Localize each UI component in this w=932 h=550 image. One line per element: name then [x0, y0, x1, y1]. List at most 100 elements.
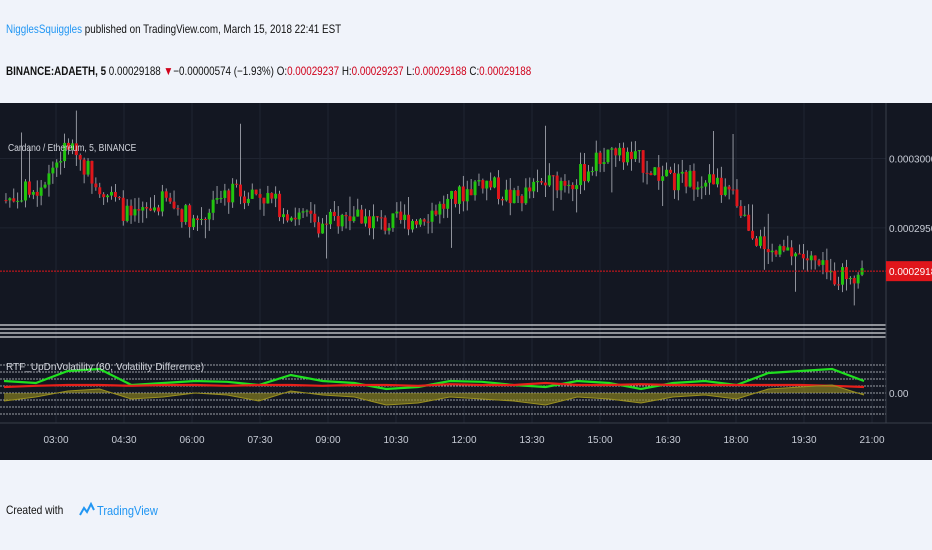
- high-label: H:: [341, 64, 352, 78]
- x-tick-label: 06:00: [179, 435, 204, 446]
- candle-body: [590, 171, 594, 173]
- candle-body: [145, 207, 149, 209]
- candle-body: [446, 198, 450, 209]
- open-label: O:: [276, 64, 288, 78]
- x-tick-label: 13:30: [519, 435, 544, 446]
- x-tick-label: 21:00: [859, 435, 884, 446]
- created-with-text: Created with: [6, 503, 64, 517]
- candle-body: [442, 203, 446, 209]
- candle-body: [160, 191, 164, 212]
- candle-body: [516, 190, 520, 196]
- candle-body: [399, 211, 403, 221]
- candle-body: [321, 223, 325, 234]
- low-label: L:: [406, 64, 415, 78]
- x-tick-label: 10:30: [383, 435, 408, 446]
- candle-body: [55, 162, 59, 168]
- candle-body: [149, 208, 153, 211]
- candle-body: [825, 260, 829, 273]
- candle-body: [24, 181, 27, 201]
- candle-body: [82, 159, 86, 175]
- candle-body: [450, 190, 454, 199]
- candle-body: [794, 253, 798, 257]
- candle-body: [579, 164, 583, 186]
- candle-body: [266, 193, 270, 204]
- candle-body: [856, 274, 860, 284]
- candle-body: [801, 253, 805, 259]
- candle-body: [325, 223, 328, 225]
- x-tick-label: 03:00: [43, 435, 68, 446]
- candle-body: [661, 176, 665, 181]
- candle-body: [262, 197, 266, 204]
- candle-body: [297, 212, 301, 220]
- candle-body: [344, 214, 348, 217]
- chart-canvas[interactable]: Cardano / Ethereum, 5, BINANCE RTF_UpDnV…: [0, 103, 932, 460]
- publish-text: published on TradingView.com, March 15, …: [82, 22, 342, 36]
- candle-body: [489, 180, 493, 188]
- x-tick-label: 07:30: [247, 435, 272, 446]
- candle-body: [59, 161, 63, 163]
- candle-body: [129, 205, 133, 216]
- candle-body: [336, 216, 340, 227]
- candle-body: [715, 177, 719, 185]
- candle-body: [94, 183, 98, 188]
- candle-body: [567, 184, 571, 186]
- candle-body: [31, 191, 35, 195]
- candle-body: [848, 277, 852, 280]
- candle-body: [719, 177, 723, 196]
- candle-body: [672, 172, 676, 191]
- candle-body: [110, 191, 113, 196]
- candle-body: [43, 184, 47, 188]
- candle-body: [188, 205, 192, 228]
- candle-body: [688, 170, 692, 187]
- candle-body: [774, 250, 778, 255]
- candle-body: [156, 207, 160, 212]
- candle-body: [16, 200, 20, 202]
- candle-body: [727, 186, 731, 190]
- candle-body: [633, 151, 637, 160]
- candle-body: [328, 211, 332, 225]
- candle-body: [473, 181, 477, 196]
- tradingview-logo[interactable]: TradingView: [79, 501, 169, 519]
- x-tick-label: 12:00: [451, 435, 476, 446]
- candle-body: [586, 171, 590, 182]
- candle-body: [454, 190, 457, 204]
- candle-body: [692, 170, 696, 190]
- candle-body: [317, 222, 321, 234]
- candle-body: [813, 255, 817, 261]
- candle-body: [629, 151, 633, 160]
- candle-body: [555, 175, 559, 191]
- candle-body: [461, 186, 465, 202]
- symbol-label: BINANCE:ADAETH, 5: [6, 64, 107, 78]
- candle-body: [680, 171, 684, 174]
- main-pane-title: Cardano / Ethereum, 5, BINANCE: [8, 142, 136, 153]
- candle-body: [438, 203, 442, 215]
- candle-body: [422, 219, 426, 222]
- candle-body: [712, 174, 715, 185]
- candle-body: [540, 181, 543, 183]
- candle-body: [805, 258, 809, 261]
- chart-background: [0, 103, 932, 460]
- candle-body: [700, 186, 704, 188]
- candle-body: [731, 189, 735, 191]
- candle-body: [364, 216, 368, 224]
- candle-body: [704, 182, 708, 187]
- candle-body: [340, 214, 344, 227]
- candle-body: [614, 148, 618, 156]
- author-link[interactable]: NigglesSquiggles: [6, 22, 82, 36]
- candle-body: [254, 189, 258, 195]
- x-tick-label: 16:30: [655, 435, 680, 446]
- low-value: 0.00029188: [414, 64, 467, 78]
- candle-body: [758, 236, 762, 246]
- candle-body: [512, 190, 516, 204]
- candle-body: [113, 191, 117, 198]
- candle-body: [274, 193, 278, 199]
- high-value: 0.00029237: [351, 64, 404, 78]
- footer: Created with TradingView: [6, 496, 169, 524]
- x-tick-label: 19:30: [791, 435, 816, 446]
- candle-body: [164, 191, 168, 198]
- candle-body: [250, 189, 254, 199]
- candle-body: [837, 284, 841, 286]
- close-value: 0.00029188: [479, 64, 532, 78]
- candle-body: [246, 198, 250, 204]
- candle-body: [313, 213, 317, 223]
